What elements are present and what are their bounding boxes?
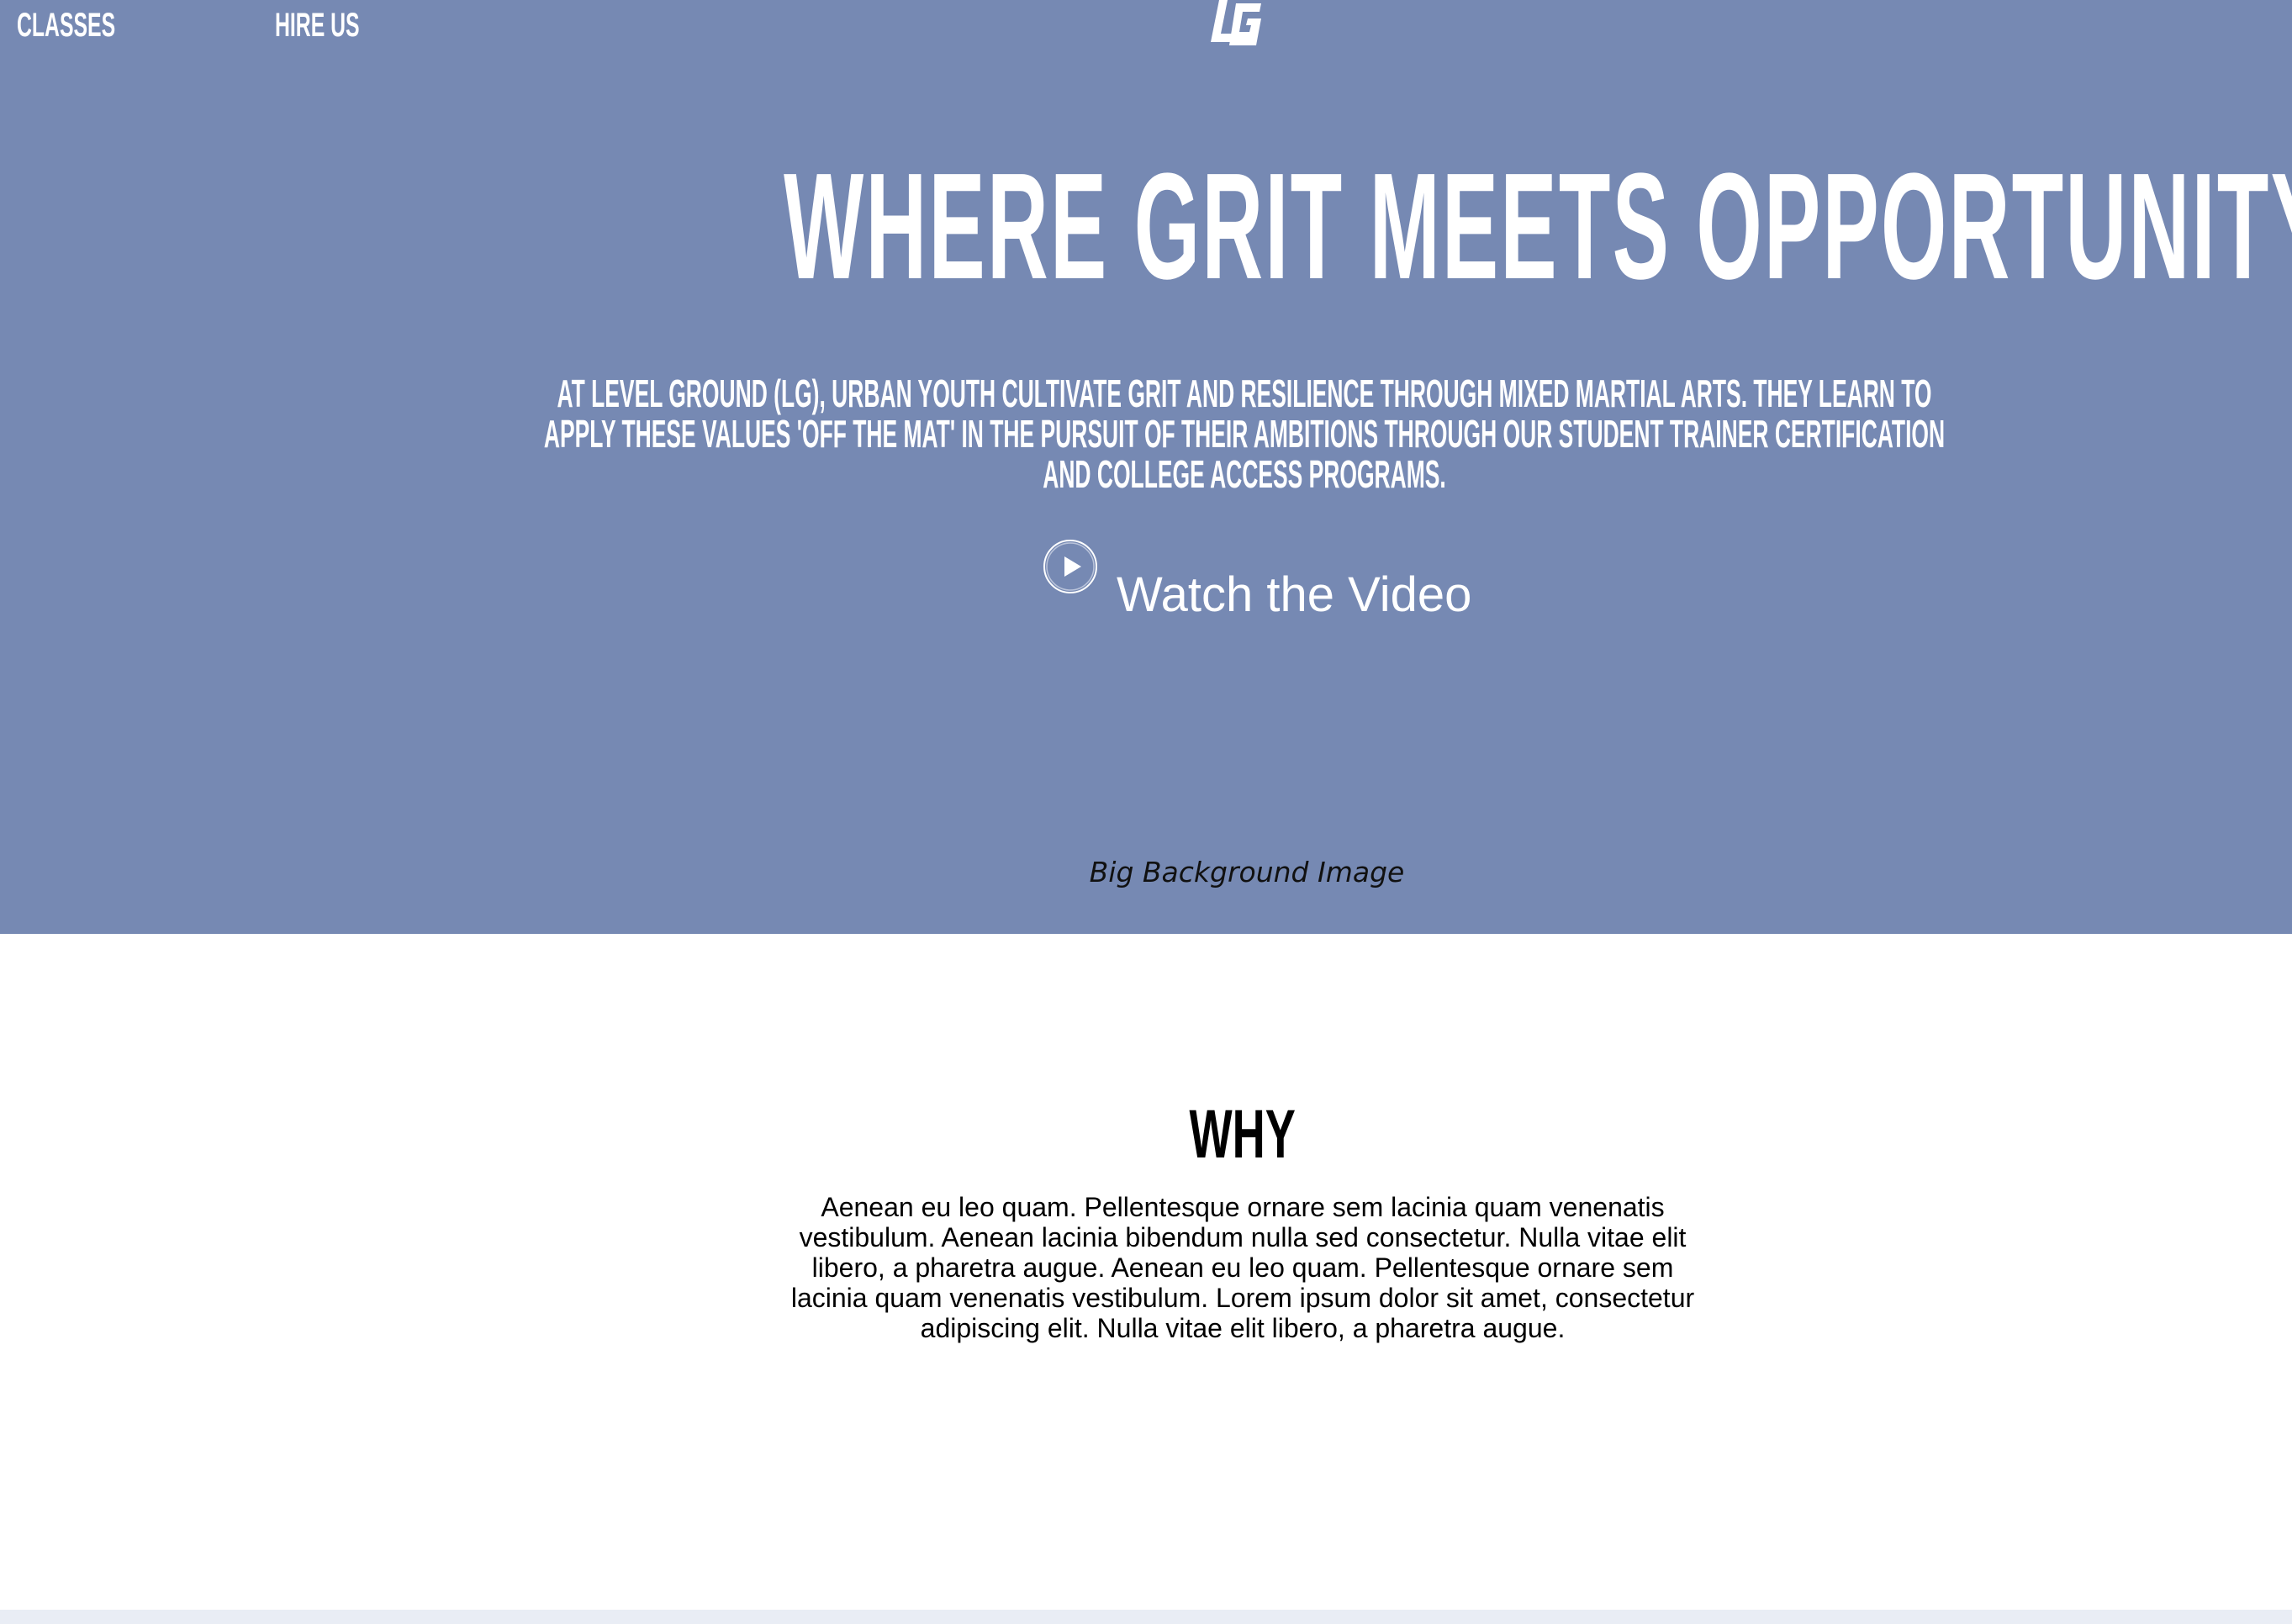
- why-body-text: Aenean eu leo quam. Pellentesque ornare …: [790, 1192, 1695, 1343]
- why-title: WHY: [1189, 1096, 1297, 1173]
- why-heading: WHY: [0, 1093, 2292, 1177]
- hero-headline: WHERE GRIT MEETS OPPORTUNITY: [0, 143, 2292, 311]
- nav-link-classes[interactable]: CLASSES: [17, 2, 115, 49]
- lg-logo-icon[interactable]: [1211, 0, 1265, 50]
- background-image-caption: Big Background Image: [1089, 856, 1405, 888]
- footer-strip: [0, 1610, 2292, 1624]
- play-circle-icon[interactable]: [1043, 539, 1098, 594]
- hero-headline-text: WHERE GRIT MEETS OPPORTUNITY: [784, 142, 2292, 311]
- nav-link-hire-us[interactable]: HIRE US: [275, 2, 360, 49]
- hero-intro: AT LEVEL GROUND (LG), URBAN YOUTH CULTIV…: [488, 373, 2001, 494]
- hero-section: CLASSES HIRE US WHERE GRIT MEETS OPPORTU…: [0, 0, 2292, 934]
- watch-video-button[interactable]: Watch the Video: [1043, 539, 1471, 620]
- hero-intro-text: AT LEVEL GROUND (LG), URBAN YOUTH CULTIV…: [543, 372, 1946, 496]
- watch-video-label[interactable]: Watch the Video: [1117, 570, 1471, 620]
